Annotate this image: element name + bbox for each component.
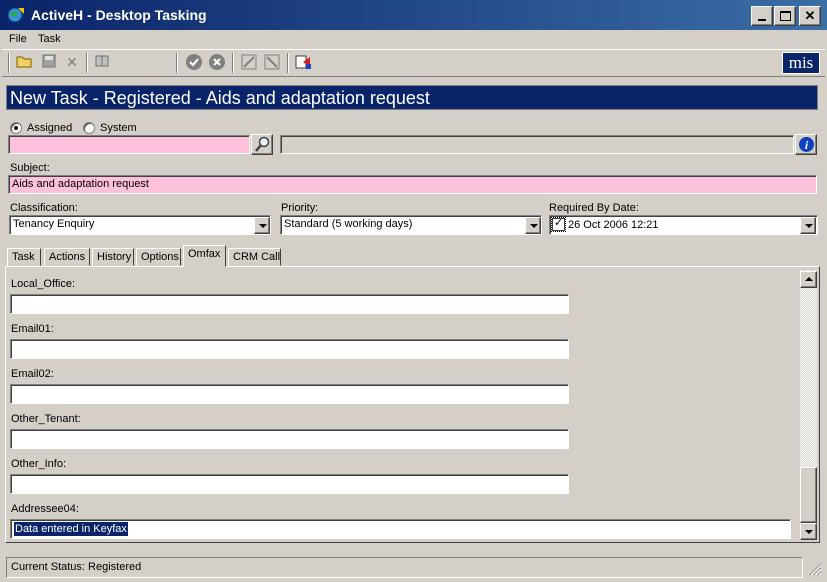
addressee04-label: Addressee04: (11, 503, 79, 515)
priority-dropdown-arrow[interactable] (525, 217, 541, 234)
resize-grip-icon[interactable] (808, 562, 822, 576)
reassign-icon[interactable] (240, 53, 258, 71)
priority-select[interactable]: Standard (5 working days) (280, 215, 542, 235)
toolbar-separator (86, 53, 88, 73)
other-tenant-input[interactable] (10, 429, 569, 449)
email01-label: Email01: (11, 323, 54, 335)
mis-logo: mis (782, 52, 820, 74)
cancel-x-icon[interactable] (208, 53, 226, 71)
tab-omfax[interactable]: Omfax (183, 245, 226, 267)
system-radio-label: System (100, 122, 137, 134)
assigned-radio-label: Assigned (27, 122, 73, 134)
tab-options[interactable]: Options (136, 248, 181, 266)
tab-history[interactable]: History (92, 248, 134, 266)
toolbar-separator (232, 53, 234, 73)
minimize-icon (758, 19, 766, 21)
local-office-label: Local_Office: (11, 278, 76, 290)
other-tenant-label: Other_Tenant: (11, 413, 81, 425)
addressee04-input[interactable]: Data entered in Keyfax (10, 519, 791, 539)
app-globe-icon (6, 6, 26, 24)
save-disk-icon[interactable] (40, 53, 58, 71)
scroll-down-button[interactable] (800, 523, 817, 540)
maximize-button[interactable] (774, 6, 796, 26)
required-by-date-dropdown-arrow[interactable] (800, 217, 816, 234)
toolbar-separator (287, 53, 289, 73)
menu-bar (0, 30, 827, 49)
email02-label: Email02: (11, 368, 54, 380)
toolbar (2, 49, 825, 77)
maximize-icon (780, 11, 791, 21)
forward-icon[interactable] (263, 53, 281, 71)
email02-input[interactable] (10, 384, 569, 404)
scroll-thumb[interactable] (800, 467, 817, 523)
complete-check-icon[interactable] (185, 53, 203, 71)
subject-label: Subject: (10, 162, 50, 174)
classification-dropdown-arrow[interactable] (254, 217, 270, 234)
addressee04-selected-text: Data entered in Keyfax (14, 522, 128, 536)
scroll-up-button[interactable] (800, 271, 817, 288)
tab-actions[interactable]: Actions (44, 248, 90, 266)
keyfax-script-icon[interactable] (294, 53, 312, 71)
other-info-input[interactable] (10, 474, 569, 494)
toolbar-grip (8, 53, 10, 73)
required-by-date-value[interactable]: 26 Oct 2006 12:21 (565, 217, 659, 233)
assigned-user-input[interactable] (8, 135, 250, 154)
task-header-title: New Task - Registered - Aids and adaptat… (6, 85, 818, 110)
window-title: ActiveH - Desktop Tasking (31, 7, 207, 23)
local-office-input[interactable] (10, 294, 569, 314)
classification-select[interactable]: Tenancy Enquiry (9, 215, 271, 235)
delete-icon[interactable]: ✕ (63, 53, 81, 71)
menu-file[interactable]: File (9, 33, 27, 45)
email01-input[interactable] (10, 339, 569, 359)
info-button[interactable]: i (795, 134, 817, 155)
assignee-info-display (280, 135, 794, 154)
tab-task[interactable]: Task (7, 248, 41, 266)
tab-crm-call[interactable]: CRM Call (228, 248, 281, 266)
other-info-label: Other_Info: (11, 458, 67, 470)
info-icon: i (798, 136, 815, 156)
classification-label: Classification: (10, 202, 78, 214)
toolbar-separator (176, 53, 178, 73)
open-folder-icon[interactable] (16, 53, 34, 71)
notes-icon[interactable] (93, 53, 111, 71)
priority-label: Priority: (281, 202, 319, 214)
user-search-button[interactable] (251, 134, 273, 155)
status-bar: Current Status: Registered (6, 557, 803, 578)
close-button[interactable]: ✕ (799, 6, 821, 26)
checkmark-icon: ✓ (554, 217, 564, 229)
system-radio[interactable] (83, 122, 95, 134)
close-icon: ✕ (804, 8, 816, 23)
minimize-button[interactable] (751, 6, 773, 26)
assigned-radio[interactable] (10, 122, 22, 134)
magnifier-icon (254, 136, 271, 156)
subject-input[interactable]: Aids and adaptation request (8, 175, 817, 194)
menu-task[interactable]: Task (38, 33, 61, 45)
required-by-date-label: Required By Date: (549, 202, 639, 214)
required-by-date-checkbox[interactable]: ✓ (551, 217, 566, 232)
